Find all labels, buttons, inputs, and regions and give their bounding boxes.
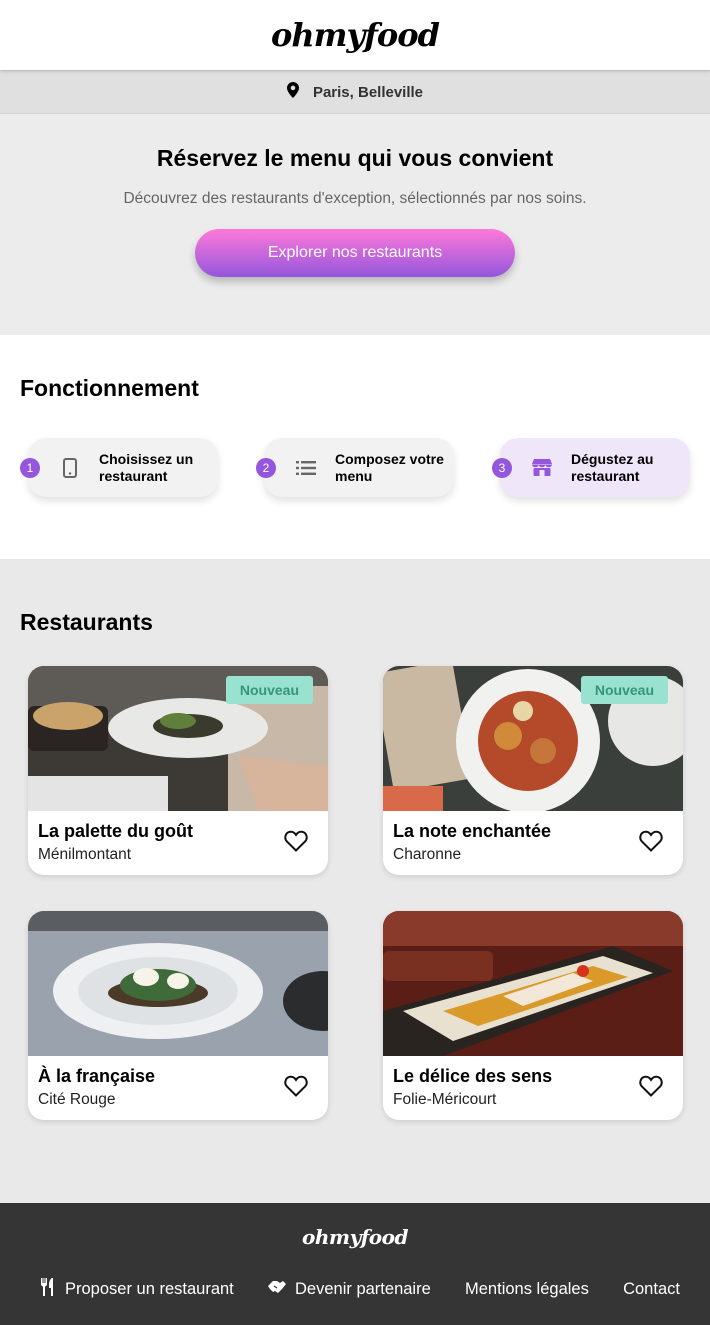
footer-link-contact[interactable]: Contact <box>623 1278 680 1301</box>
step-number: 3 <box>492 457 512 478</box>
steps-list: 1 Choisissez un restaurant 2 Composez vo… <box>20 438 690 497</box>
footer-link-label: Contact <box>623 1280 680 1298</box>
restaurant-area: Cité Rouge <box>38 1091 116 1108</box>
step-number: 2 <box>256 457 276 478</box>
new-badge: Nouveau <box>580 676 668 704</box>
site-header: ohmyfood <box>0 0 710 70</box>
map-pin-icon <box>286 81 299 103</box>
restaurant-card[interactable]: Nouveau La note enchantée Charonne <box>383 666 683 875</box>
step-choose: 1 Choisissez un restaurant <box>20 438 218 497</box>
site-footer: ohmyfood Proposer un restaurant Devenir … <box>0 1203 710 1325</box>
step-label: Choisissez un restaurant <box>99 450 194 484</box>
location-text: Paris, Belleville <box>312 83 424 101</box>
card-info: La note enchantée Charonne <box>383 811 683 875</box>
location-bar: Paris, Belleville <box>0 70 710 114</box>
list-icon <box>294 456 318 480</box>
card-info: La palette du goût Ménilmontant <box>28 811 328 875</box>
restaurant-grid: Nouveau La palette du goût Ménilmontant <box>28 666 690 1120</box>
restaurant-card[interactable]: À la française Cité Rouge <box>28 911 328 1120</box>
new-badge: Nouveau <box>225 676 313 704</box>
restaurant-name: À la française <box>38 1066 156 1086</box>
footer-links: Proposer un restaurant Devenir partenair… <box>0 1278 710 1301</box>
restaurant-area: Charonne <box>393 846 462 863</box>
footer-link-propose[interactable]: Proposer un restaurant <box>40 1278 234 1301</box>
storefront-icon <box>530 456 554 480</box>
handshake-icon <box>268 1280 287 1299</box>
restaurant-name: La palette du goût <box>38 821 193 841</box>
how-title: Fonctionnement <box>20 375 199 401</box>
step-compose: 2 Composez votre menu <box>256 438 454 497</box>
utensils-icon <box>40 1278 56 1301</box>
mobile-phone-icon <box>58 456 82 480</box>
heart-icon[interactable] <box>639 1075 663 1097</box>
restaurant-photo <box>28 911 328 1056</box>
restaurants-section: Restaurants Nouveau La palette du goût M… <box>0 559 710 1203</box>
step-number: 1 <box>20 457 40 478</box>
footer-link-label: Mentions légales <box>465 1280 589 1298</box>
restaurant-card[interactable]: Nouveau La palette du goût Ménilmontant <box>28 666 328 875</box>
footer-link-label: Proposer un restaurant <box>65 1280 234 1298</box>
step-label: Composez votre menu <box>335 450 444 484</box>
footer-logo[interactable]: ohmyfood <box>0 1203 710 1249</box>
heart-icon[interactable] <box>284 830 308 852</box>
footer-link-label: Devenir partenaire <box>295 1280 431 1298</box>
restaurant-photo <box>383 911 683 1056</box>
restaurant-name: Le délice des sens <box>393 1066 553 1086</box>
restaurant-name: La note enchantée <box>393 821 552 841</box>
hero-section: Réservez le menu qui vous convient Décou… <box>0 114 710 335</box>
heart-icon[interactable] <box>639 830 663 852</box>
restaurants-title: Restaurants <box>20 609 153 635</box>
card-info: À la française Cité Rouge <box>28 1056 328 1120</box>
how-it-works-section: Fonctionnement 1 Choisissez un restauran… <box>0 335 710 559</box>
logo[interactable]: ohmyfood <box>271 16 440 54</box>
footer-link-partner[interactable]: Devenir partenaire <box>268 1278 431 1301</box>
hero-title: Réservez le menu qui vous convient <box>156 145 554 171</box>
card-info: Le délice des sens Folie-Méricourt <box>383 1056 683 1120</box>
explore-restaurants-button[interactable]: Explorer nos restaurants <box>195 229 515 277</box>
restaurant-area: Folie-Méricourt <box>393 1091 497 1108</box>
step-label: Dégustez au restaurant <box>571 450 654 484</box>
footer-link-legal[interactable]: Mentions légales <box>465 1278 589 1301</box>
restaurant-area: Ménilmontant <box>38 846 132 863</box>
hero-subtitle: Découvrez des restaurants d'exception, s… <box>123 190 587 207</box>
step-enjoy: 3 Dégustez au restaurant <box>492 438 690 497</box>
restaurant-card[interactable]: Le délice des sens Folie-Méricourt <box>383 911 683 1120</box>
restaurant-photo: Nouveau <box>28 666 328 811</box>
heart-icon[interactable] <box>284 1075 308 1097</box>
restaurant-photo: Nouveau <box>383 666 683 811</box>
